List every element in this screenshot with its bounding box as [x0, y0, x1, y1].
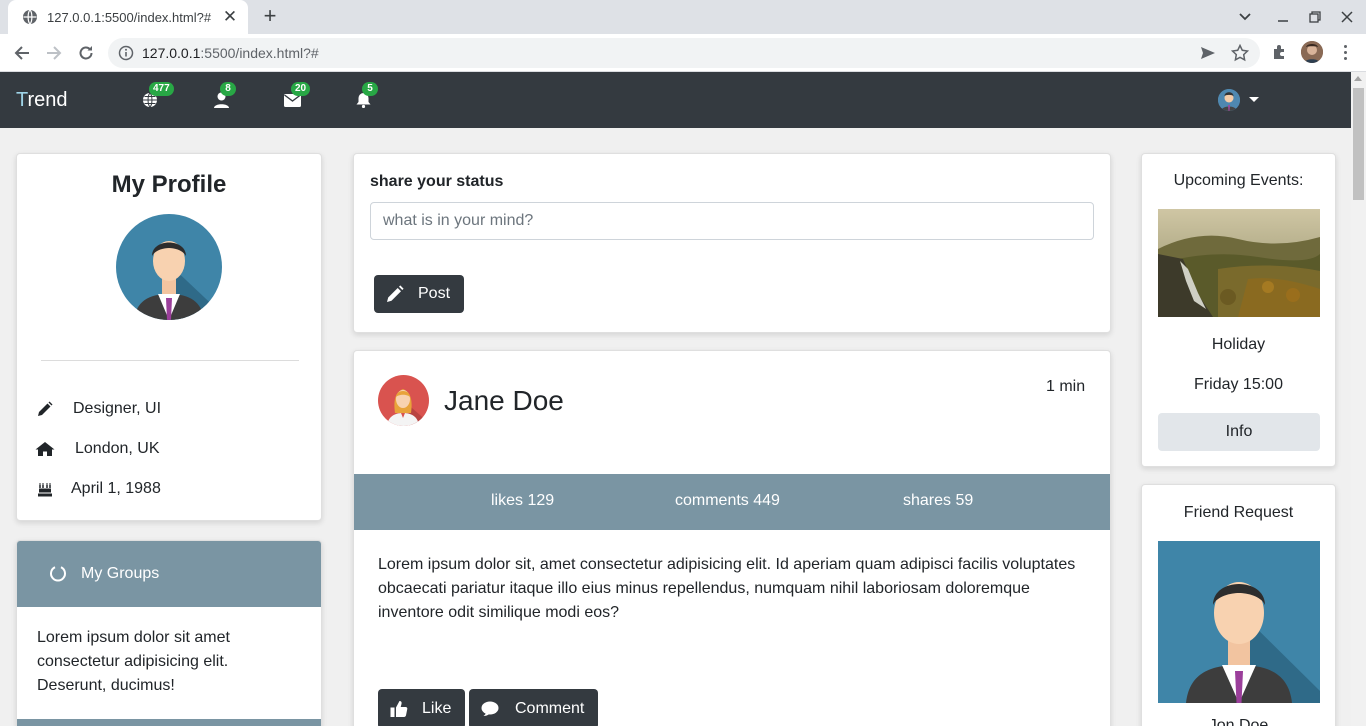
post-timestamp: 1 min	[1046, 378, 1086, 395]
browser-toolbar: 127.0.0.1:5500/index.html?#	[0, 34, 1366, 72]
envelope-badge: 20	[291, 82, 311, 96]
circle-notch-icon	[50, 566, 66, 582]
groups-header[interactable]: My Groups	[17, 541, 321, 607]
comment-button-label: Comment	[515, 700, 585, 717]
send-icon[interactable]	[1198, 43, 1218, 63]
pencil-icon	[35, 400, 55, 418]
globe-favicon-icon	[23, 9, 37, 25]
profile-birthday: April 1, 1988	[71, 480, 161, 497]
comments-count[interactable]: comments 449	[675, 492, 780, 510]
shares-count[interactable]: shares 59	[903, 492, 973, 510]
url-host: 127.0.0.1	[142, 45, 201, 61]
globe-badge: 477	[149, 82, 174, 96]
forward-icon[interactable]	[42, 41, 66, 65]
event-info-button[interactable]: Info	[1158, 413, 1320, 451]
scroll-up-arrow-icon[interactable]	[1354, 76, 1362, 81]
bookmark-star-icon[interactable]	[1230, 43, 1250, 63]
groups-footer	[17, 719, 321, 726]
envelope-nav-button[interactable]: 20	[283, 82, 311, 108]
browser-tabstrip: 127.0.0.1:5500/index.html?# ✕ +	[0, 0, 1366, 34]
event-image[interactable]	[1158, 209, 1320, 317]
profile-location-row: London, UK	[35, 438, 160, 460]
friend-request-card: Friend Request Jon Doe	[1141, 484, 1336, 726]
profile-divider	[41, 360, 299, 361]
reload-icon[interactable]	[74, 41, 98, 65]
groups-title: My Groups	[81, 565, 160, 582]
brand-logo[interactable]: Trend	[16, 89, 68, 112]
likes-count[interactable]: likes 129	[491, 492, 554, 510]
thumbs-up-icon	[390, 701, 408, 717]
minimize-icon[interactable]	[1272, 6, 1294, 28]
events-card: Upcoming Events: Holiday Friday 15:00 In…	[1141, 153, 1336, 467]
post-button-label: Post	[418, 285, 451, 302]
post-body: Lorem ipsum dolor sit, amet consectetur …	[378, 556, 1076, 621]
groups-description: Lorem ipsum dolor sit amet consectetur a…	[37, 629, 230, 694]
new-tab-button[interactable]: +	[258, 5, 282, 29]
extensions-puzzle-icon[interactable]	[1270, 42, 1290, 62]
site-info-icon[interactable]	[118, 45, 134, 61]
comment-icon	[481, 701, 499, 716]
status-card: share your status Post	[353, 153, 1111, 333]
profile-title: My Profile	[111, 171, 227, 198]
profile-birthday-row: April 1, 1988	[35, 478, 161, 500]
events-title: Upcoming Events:	[1173, 172, 1304, 189]
browser-profile-avatar[interactable]	[1301, 41, 1323, 63]
tab-close-icon[interactable]: ✕	[222, 8, 238, 25]
friend-request-title: Friend Request	[1183, 504, 1294, 521]
comment-button[interactable]: Comment	[469, 689, 598, 726]
profile-avatar	[116, 214, 222, 320]
event-name: Holiday	[1211, 336, 1266, 353]
page-scrollbar[interactable]	[1351, 72, 1366, 726]
status-label: share your status	[370, 173, 504, 190]
home-icon	[35, 440, 55, 458]
post-author-name[interactable]: Jane Doe	[444, 385, 564, 417]
globe-nav-button[interactable]: 477	[141, 82, 174, 108]
bell-badge: 5	[362, 82, 378, 96]
scroll-thumb[interactable]	[1353, 88, 1364, 200]
user-menu-caret-icon[interactable]	[1249, 97, 1259, 102]
app-navbar: Trend 477 8 20 5	[0, 72, 1351, 128]
post-card: Jane Doe 1 min likes 129 comments 449 sh…	[353, 350, 1111, 726]
user-badge: 8	[220, 82, 236, 96]
profile-card: My Profile Designer, UI London, UK April…	[16, 153, 322, 521]
status-input[interactable]	[370, 202, 1094, 240]
browser-tab[interactable]: 127.0.0.1:5500/index.html?# ✕	[8, 0, 248, 34]
friend-name[interactable]: Jon Doe	[1142, 717, 1335, 726]
user-menu-avatar[interactable]	[1218, 89, 1240, 111]
post-author-avatar[interactable]	[378, 375, 429, 426]
close-window-icon[interactable]	[1336, 6, 1358, 28]
tab-search-icon[interactable]	[1234, 6, 1256, 28]
browser-menu-icon[interactable]	[1338, 42, 1352, 62]
address-bar[interactable]: 127.0.0.1:5500/index.html?#	[108, 38, 1260, 68]
friend-avatar[interactable]	[1158, 541, 1320, 703]
tab-title: 127.0.0.1:5500/index.html?#	[47, 9, 212, 25]
profile-location: London, UK	[75, 440, 160, 457]
profile-job: Designer, UI	[73, 400, 162, 417]
url-path: :5500/index.html?#	[200, 45, 319, 61]
like-button-label: Like	[422, 700, 452, 717]
post-button[interactable]: Post	[374, 275, 464, 313]
restore-icon[interactable]	[1304, 6, 1326, 28]
groups-card: My Groups Lorem ipsum dolor sit amet con…	[16, 540, 322, 726]
like-button[interactable]: Like	[378, 689, 465, 726]
event-time: Friday 15:00	[1194, 376, 1283, 393]
post-stats-bar: likes 129 comments 449 shares 59	[354, 474, 1110, 530]
user-nav-button[interactable]: 8	[212, 82, 236, 108]
profile-job-row: Designer, UI	[35, 398, 161, 420]
bell-nav-button[interactable]: 5	[354, 82, 378, 108]
birthday-cake-icon	[35, 480, 55, 498]
pencil-icon	[387, 285, 404, 302]
back-icon[interactable]	[10, 41, 34, 65]
